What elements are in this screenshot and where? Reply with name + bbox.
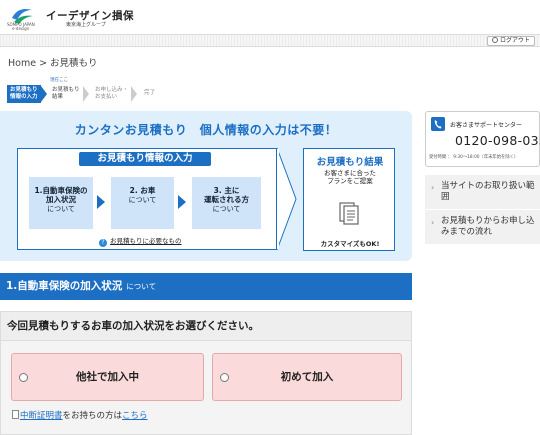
step-input-label-1: お見積もり xyxy=(10,87,38,93)
option-first-time-label: 初めて加入 xyxy=(280,371,334,383)
logout-icon xyxy=(491,37,498,43)
step-complete: 完了 xyxy=(141,85,161,103)
certificate-middle: をお持ちの方は xyxy=(62,411,123,421)
section-title-suffix: について xyxy=(126,282,157,291)
needed-items-label: お見積もりに必要なもの xyxy=(110,237,182,245)
flow-card-3-line1: 3. 主に xyxy=(213,186,240,195)
current-step-note: 現在ここ xyxy=(50,78,68,83)
step-apply-label-2: お支払い xyxy=(95,93,118,100)
top-utility-bar xyxy=(0,34,540,47)
certificate-note: 中断証明書をお持ちの方はこちら xyxy=(12,409,148,421)
step-input-label-2: 情報の入力 xyxy=(10,93,38,100)
question-text: 今回見積もりするお車の加入状況をお選びください。 xyxy=(1,312,411,341)
page: SOMPO JAPAN e-design イーデザイン損保 東京海上グループ ロ… xyxy=(0,0,540,435)
step-input: お見積もり 情報の入力 xyxy=(7,85,41,103)
flow-card-2-line1: 2. お車 xyxy=(129,186,156,195)
step-indicator: お見積もり 情報の入力 お見積もり 結果 お申し込み・ お支払い 完了 xyxy=(7,85,187,103)
hero-panel: カンタンお見積もり 個人情報の入力は不要！ お見積もり情報の入力 1.自動車保険… xyxy=(0,111,412,261)
section-header: 1.自動車保険の加入状況 について xyxy=(0,273,412,300)
logout-label: ログアウト xyxy=(499,37,530,44)
result-desc-2: プランをご提案 xyxy=(327,177,373,185)
flow-card-3: 3. 主に 運転される方 について xyxy=(192,177,261,229)
sidebar-links: › 当サイトのお取り扱い範囲 › お見積もりからお申し込みまでの流れ xyxy=(425,175,540,245)
flow-card-1-line1: 1.自動車保険の xyxy=(34,186,88,195)
needed-items-link[interactable]: ? お見積もりに必要なもの xyxy=(99,235,182,247)
chevron-right-icon xyxy=(178,195,186,209)
flow-card-3-line3: について xyxy=(212,205,241,213)
chevron-right-icon: › xyxy=(431,183,435,192)
chevron-right-icon: › xyxy=(431,218,435,227)
flow-card-1-line3: について xyxy=(47,205,75,213)
step-apply-label-1: お申し込み・ xyxy=(95,87,129,93)
flow-card-2: 2. お車 について xyxy=(111,177,174,229)
step-arrow-icon xyxy=(41,86,47,102)
flow-card-2-line2: について xyxy=(128,196,157,204)
result-title: お見積もり結果 xyxy=(316,157,384,168)
site-header: SOMPO JAPAN e-design イーデザイン損保 東京海上グループ xyxy=(0,0,540,34)
logout-button[interactable]: ログアウト xyxy=(486,36,535,46)
step-arrow-icon xyxy=(131,86,137,102)
logo-subtitle-2: e-design xyxy=(12,26,30,31)
chevron-right-icon xyxy=(97,195,105,209)
sidebar-link-coverage-label: 当サイトのお取り扱い範囲 xyxy=(441,181,535,202)
option-other-company[interactable]: 他社で加入中 xyxy=(11,353,204,401)
phone-icon xyxy=(431,117,445,131)
hero-title: カンタンお見積もり 個人情報の入力は不要！ xyxy=(74,123,338,137)
option-other-company-label: 他社で加入中 xyxy=(76,371,139,383)
sidebar-link-flow[interactable]: › お見積もりからお申し込みまでの流れ xyxy=(425,210,540,245)
option-first-time[interactable]: 初めて加入 xyxy=(212,353,402,401)
document-icon xyxy=(12,410,19,419)
section-title: 1.自動車保険の加入状況 xyxy=(6,280,123,292)
documents-icon xyxy=(339,202,359,225)
brand-group: 東京海上グループ xyxy=(66,22,106,28)
flow-card-1-line2: 加入状況 xyxy=(46,195,76,204)
flow-arrow-icon xyxy=(277,147,297,251)
step-result: お見積もり 結果 xyxy=(49,85,85,103)
flow-card-1: 1.自動車保険の 加入状況 について xyxy=(29,177,93,229)
result-footnote: カスタマイズもOK! xyxy=(320,240,380,248)
sidebar-link-flow-label: お見積もりからお申し込みまでの流れ xyxy=(441,216,535,237)
step-apply: お申し込み・ お支払い xyxy=(92,85,134,103)
certificate-link[interactable]: 中断証明書 xyxy=(20,411,63,421)
support-title: お客さまサポートセンター xyxy=(450,122,523,129)
support-center-box: お客さまサポートセンター 0120-098-035 受付時間 ： 9:30〜18… xyxy=(425,111,540,167)
flow-title: お見積もり情報の入力 xyxy=(79,152,211,166)
step-complete-label: 完了 xyxy=(144,90,156,96)
breadcrumb: Home > お見積もり xyxy=(8,58,98,69)
step-arrow-icon xyxy=(83,86,89,102)
flow-card-3-line2: 運転される方 xyxy=(204,195,249,204)
sidebar-link-coverage[interactable]: › 当サイトのお取り扱い範囲 xyxy=(425,175,540,210)
step-result-label-1: お見積もり xyxy=(52,87,80,93)
result-box: お見積もり結果 お客さまに合った プランをご提案 カスタマイズもOK! xyxy=(303,148,395,251)
certificate-here-link[interactable]: こちら xyxy=(122,411,148,421)
result-description: お客さまに合った プランをご提案 xyxy=(304,169,396,185)
support-phone[interactable]: 0120-098-035 xyxy=(455,133,540,148)
support-hours: 受付時間 ： 9:30〜18:00（年末年始を除く） xyxy=(429,155,519,160)
step-result-label-2: 結果 xyxy=(52,93,64,100)
result-desc-1: お客さまに合った xyxy=(324,169,376,177)
question-icon: ? xyxy=(99,239,107,247)
